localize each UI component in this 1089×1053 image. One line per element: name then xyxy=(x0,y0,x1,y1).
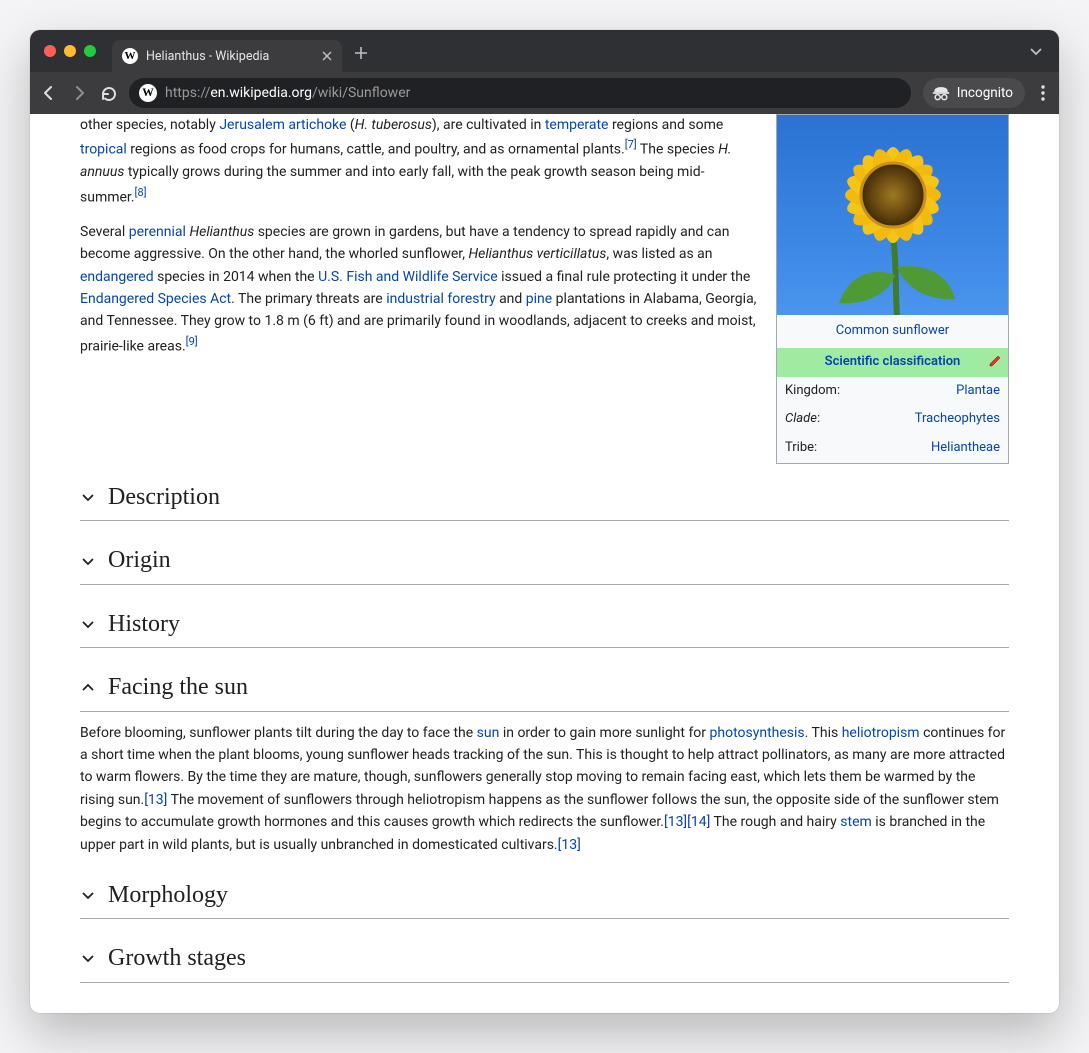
incognito-badge[interactable]: Incognito xyxy=(923,78,1025,108)
new-tab-button[interactable] xyxy=(354,46,368,60)
link-jerusalem-artichoke[interactable]: Jerusalem artichoke xyxy=(219,117,346,133)
browser-menu-button[interactable] xyxy=(1037,85,1049,101)
section-title: Growth stages xyxy=(108,939,246,977)
reference-14[interactable]: [14] xyxy=(687,814,710,830)
close-window-button[interactable] xyxy=(44,45,56,57)
fullscreen-window-button[interactable] xyxy=(84,45,96,57)
window-controls xyxy=(44,45,96,57)
reference-9[interactable]: [9] xyxy=(186,335,198,348)
forward-button[interactable] xyxy=(70,84,88,102)
section-toggle-morphology[interactable]: Morphology xyxy=(80,876,1009,919)
facing-paragraph: Before blooming, sunflower plants tilt d… xyxy=(80,722,1009,856)
lead-paragraph-2: Several perennial Helianthus species are… xyxy=(80,221,759,358)
reference-13[interactable]: [13] xyxy=(558,837,581,853)
tabs-dropdown-icon[interactable] xyxy=(1029,44,1043,58)
site-identity-icon[interactable]: W xyxy=(139,84,157,102)
chevron-down-icon xyxy=(80,616,96,632)
section-title: Description xyxy=(108,478,220,516)
section-growth-stages: Growth stages xyxy=(80,939,1009,982)
lead-section: other species, notably Jerusalem articho… xyxy=(80,114,759,358)
taxonomy-value-link[interactable]: Heliantheae xyxy=(931,440,1000,455)
taxonomy-row: Clade: Tracheophytes xyxy=(777,405,1008,434)
link-industrial-forestry[interactable]: industrial forestry xyxy=(386,291,495,307)
link-sun[interactable]: sun xyxy=(477,725,500,741)
taxonomy-value-link[interactable]: Tracheophytes xyxy=(915,411,1000,426)
chevron-down-icon xyxy=(80,553,96,569)
reference-13[interactable]: [13] xyxy=(664,814,687,830)
link-pine[interactable]: pine xyxy=(526,291,552,307)
section-origin: Origin xyxy=(80,541,1009,584)
section-title: Morphology xyxy=(108,876,228,914)
incognito-icon xyxy=(931,83,951,103)
tab-title: Helianthus - Wikipedia xyxy=(146,49,269,64)
link-usfws[interactable]: U.S. Fish and Wildlife Service xyxy=(318,269,498,285)
taxonomy-row: Kingdom: Plantae xyxy=(777,377,1008,406)
tab-favicon: W xyxy=(122,48,138,64)
taxonomy-rank: Clade: xyxy=(785,409,820,430)
link-perennial[interactable]: perennial xyxy=(129,224,186,240)
section-history: History xyxy=(80,605,1009,648)
section-toggle-description[interactable]: Description xyxy=(80,478,1009,521)
address-bar[interactable]: W https://en.wikipedia.org/wiki/Sunflowe… xyxy=(129,78,911,108)
chevron-down-icon xyxy=(80,887,96,903)
scientific-classification-header: Scientific classification xyxy=(777,348,1008,377)
infobox: Common sunflower Scientific classificati… xyxy=(776,114,1009,464)
section-description: Description xyxy=(80,478,1009,521)
url-bar: W https://en.wikipedia.org/wiki/Sunflowe… xyxy=(30,72,1059,114)
reload-button[interactable] xyxy=(100,85,117,102)
scientific-classification-link[interactable]: Scientific classification xyxy=(825,354,961,369)
taxonomy-rank: Tribe: xyxy=(785,438,817,459)
section-body-facing: Before blooming, sunflower plants tilt d… xyxy=(80,712,1009,856)
link-stem[interactable]: stem xyxy=(840,814,872,830)
browser-window: W Helianthus - Wikipedia W https://en.wi… xyxy=(30,30,1059,1013)
section-title: Origin xyxy=(108,541,171,579)
link-temperate[interactable]: temperate xyxy=(545,117,609,133)
infobox-image[interactable] xyxy=(777,115,1008,315)
taxonomy-value-link[interactable]: Plantae xyxy=(956,383,1000,398)
lead-paragraph-1: other species, notably Jerusalem articho… xyxy=(80,114,759,209)
section-toggle-origin[interactable]: Origin xyxy=(80,541,1009,584)
infobox-caption-link[interactable]: Common sunflower xyxy=(836,323,949,338)
reference-8[interactable]: [8] xyxy=(135,186,147,199)
chevron-down-icon xyxy=(80,950,96,966)
link-photosynthesis[interactable]: photosynthesis xyxy=(710,725,805,741)
section-toggle-history[interactable]: History xyxy=(80,605,1009,648)
titlebar: W Helianthus - Wikipedia xyxy=(30,30,1059,72)
link-heliotropism[interactable]: heliotropism xyxy=(842,725,920,741)
chevron-up-icon xyxy=(80,679,96,695)
reference-13[interactable]: [13] xyxy=(144,792,167,808)
section-morphology: Morphology xyxy=(80,876,1009,919)
edit-taxonomy-icon[interactable] xyxy=(988,354,1002,368)
link-tropical[interactable]: tropical xyxy=(80,142,127,158)
close-tab-icon[interactable] xyxy=(322,51,332,61)
section-facing-the-sun: Facing the sun Before blooming, sunflowe… xyxy=(80,668,1009,856)
taxonomy-row: Tribe: Heliantheae xyxy=(777,434,1008,463)
chevron-down-icon xyxy=(80,489,96,505)
url-text: https://en.wikipedia.org/wiki/Sunflower xyxy=(165,85,410,101)
section-title: History xyxy=(108,605,180,643)
section-toggle-growth[interactable]: Growth stages xyxy=(80,939,1009,982)
reference-7[interactable]: [7] xyxy=(625,138,637,151)
section-title: Facing the sun xyxy=(108,668,248,706)
infobox-caption: Common sunflower xyxy=(777,315,1008,348)
link-esa[interactable]: Endangered Species Act xyxy=(80,291,231,307)
link-endangered[interactable]: endangered xyxy=(80,269,154,285)
page-content: Common sunflower Scientific classificati… xyxy=(30,114,1059,1013)
incognito-label: Incognito xyxy=(957,85,1013,101)
taxonomy-rank: Kingdom: xyxy=(785,381,840,402)
section-toggle-facing[interactable]: Facing the sun xyxy=(80,668,1009,711)
back-button[interactable] xyxy=(40,84,58,102)
minimize-window-button[interactable] xyxy=(64,45,76,57)
browser-tab[interactable]: W Helianthus - Wikipedia xyxy=(112,40,342,72)
